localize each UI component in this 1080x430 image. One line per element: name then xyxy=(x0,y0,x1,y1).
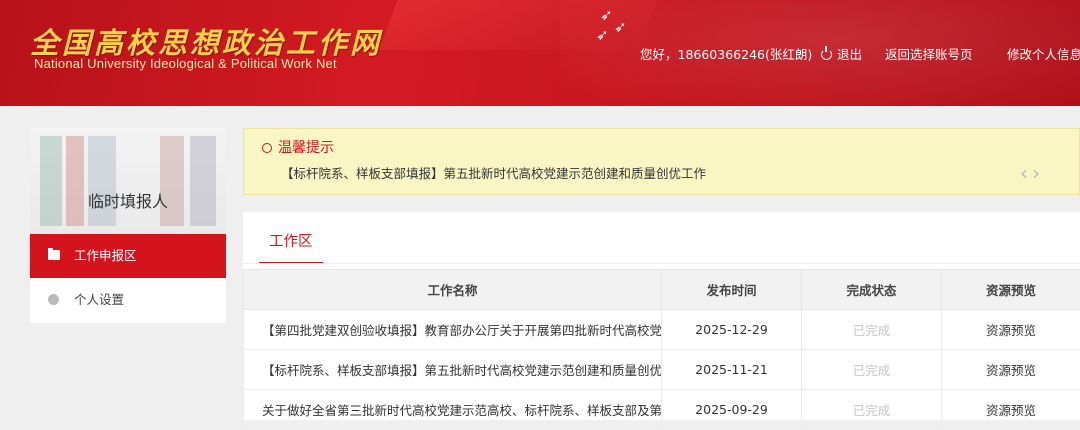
sidebar-item-work-declaration[interactable]: 工作申报区 xyxy=(30,234,226,278)
sidebar-banner: 临时填报人 xyxy=(30,128,226,234)
logout-label: 退出 xyxy=(837,47,862,62)
power-icon xyxy=(821,49,832,60)
book-decoration xyxy=(190,136,216,226)
tab-work-area[interactable]: 工作区 xyxy=(259,222,323,264)
book-decoration xyxy=(66,136,84,226)
column-header-preview: 资源预览 xyxy=(942,270,1080,310)
chevron-right-icon[interactable]: › xyxy=(1032,161,1044,185)
table-header-row: 工作名称 发布时间 完成状态 资源预览 xyxy=(244,270,1080,310)
site-logo-english: National University Ideological & Politi… xyxy=(34,56,337,71)
notice-pager: ‹› xyxy=(1020,161,1044,185)
sidebar-user-role: 临时填报人 xyxy=(30,188,226,212)
lightbulb-icon xyxy=(262,143,272,153)
book-decoration xyxy=(40,136,62,226)
table-row: 【第四批党建双创验收填报】教育部办公厅关于开展第四批新时代高校党建 2025-1… xyxy=(244,310,1080,350)
status-cell: 已完成 xyxy=(802,350,942,390)
work-name-cell[interactable]: 【第四批党建双创验收填报】教育部办公厅关于开展第四批新时代高校党建 xyxy=(244,310,662,350)
folder-icon xyxy=(48,250,60,260)
column-header-date: 发布时间 xyxy=(662,270,802,310)
table-row: 关于做好全省第三批新时代高校党建示范高校、标杆院系、样板支部及第二 2025-0… xyxy=(244,390,1080,430)
publish-date-cell: 2025-12-29 xyxy=(662,310,802,350)
column-header-status: 完成状态 xyxy=(802,270,942,310)
sidebar-item-personal-settings[interactable]: 个人设置 xyxy=(30,278,226,322)
table-row: 【标杆院系、样板支部填报】第五批新时代高校党建示范创建和质量创优工 2025-1… xyxy=(244,350,1080,390)
preview-link[interactable]: 资源预览 xyxy=(942,350,1080,390)
sidebar-item-label: 个人设置 xyxy=(74,278,124,322)
work-name-cell[interactable]: 【标杆院系、样板支部填报】第五批新时代高校党建示范创建和质量创优工 xyxy=(244,350,662,390)
status-cell: 已完成 xyxy=(802,390,942,430)
publish-date-cell: 2025-09-29 xyxy=(662,390,802,430)
edit-profile-link[interactable]: 修改个人信息 xyxy=(1007,44,1080,63)
status-cell: 已完成 xyxy=(802,310,942,350)
work-name-cell[interactable]: 关于做好全省第三批新时代高校党建示范高校、标杆院系、样板支部及第二 xyxy=(244,390,662,430)
sidebar-item-label: 工作申报区 xyxy=(74,234,137,278)
logout-button[interactable]: 退出 xyxy=(821,44,862,63)
work-panel: 工作区 工作名称 发布时间 完成状态 资源预览 【第四批党建双创验收填报】教育部… xyxy=(243,212,1080,420)
gear-icon xyxy=(48,294,59,305)
back-to-accounts-link[interactable]: 返回选择账号页 xyxy=(885,44,973,63)
preview-link[interactable]: 资源预览 xyxy=(942,310,1080,350)
notice-title: 温馨提示 xyxy=(262,137,334,157)
work-table: 工作名称 发布时间 完成状态 资源预览 【第四批党建双创验收填报】教育部办公厅关… xyxy=(243,269,1080,430)
book-decoration xyxy=(88,136,116,226)
column-header-name: 工作名称 xyxy=(244,270,662,310)
notice-title-text: 温馨提示 xyxy=(278,140,334,156)
preview-link[interactable]: 资源预览 xyxy=(942,390,1080,430)
publish-date-cell: 2025-11-21 xyxy=(662,350,802,390)
book-decoration xyxy=(160,136,184,226)
site-header: 全国高校思想政治工作网 National University Ideologi… xyxy=(0,0,1080,106)
notice-box: 温馨提示 【标杆院系、样板支部填报】第五批新时代高校党建示范创建和质量创优工作 … xyxy=(243,128,1080,195)
chevron-left-icon[interactable]: ‹ xyxy=(1020,161,1032,185)
notice-message[interactable]: 【标杆院系、样板支部填报】第五批新时代高校党建示范创建和质量创优工作 xyxy=(281,163,706,182)
divider xyxy=(243,263,1080,264)
user-greeting: 您好，18660366246(张红朗) xyxy=(640,44,812,63)
sidebar: 临时填报人 工作申报区 个人设置 xyxy=(30,128,226,323)
